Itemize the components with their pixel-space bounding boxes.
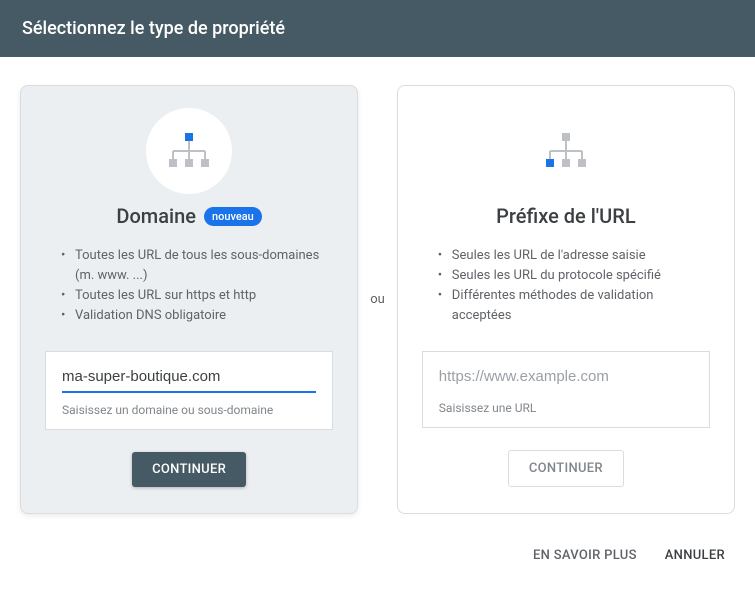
cancel-button[interactable]: ANNULER	[665, 548, 725, 563]
domain-input[interactable]	[62, 366, 316, 393]
card-url-prefix[interactable]: Préfixe de l'URL Seules les URL de l'adr…	[397, 85, 735, 514]
list-item: Toutes les URL sur https et http	[61, 286, 333, 306]
url-continue-button[interactable]: CONTINUER	[508, 450, 624, 487]
new-badge: nouveau	[204, 207, 262, 226]
list-item: Différentes méthodes de validation accep…	[438, 286, 710, 326]
dialog-content: Domaine nouveau Toutes les URL de tous l…	[0, 57, 755, 534]
list-item: Seules les URL du protocole spécifié	[438, 266, 710, 286]
dialog-header: Sélectionnez le type de propriété	[0, 0, 755, 57]
dialog-footer: EN SAVOIR PLUS ANNULER	[0, 534, 755, 577]
list-item: Seules les URL de l'adresse saisie	[438, 246, 710, 266]
domain-title-row: Domaine nouveau	[45, 204, 333, 228]
learn-more-link[interactable]: EN SAVOIR PLUS	[533, 548, 637, 563]
domain-sitemap-icon	[146, 108, 232, 194]
domain-bullets: Toutes les URL de tous les sous-domaines…	[45, 246, 333, 327]
domain-title: Domaine	[116, 204, 196, 228]
url-input-helper: Saisissez une URL	[439, 401, 693, 415]
url-bullets: Seules les URL de l'adresse saisie Seule…	[422, 246, 710, 327]
url-prefix-title: Préfixe de l'URL	[496, 204, 635, 228]
domain-continue-button[interactable]: CONTINUER	[132, 452, 246, 487]
domain-input-block: Saisissez un domaine ou sous-domaine	[45, 351, 333, 430]
or-separator: ou	[370, 292, 385, 307]
list-item: Toutes les URL de tous les sous-domaines…	[61, 246, 333, 286]
url-title-row: Préfixe de l'URL	[422, 204, 710, 228]
url-input[interactable]	[439, 366, 693, 391]
card-domain[interactable]: Domaine nouveau Toutes les URL de tous l…	[20, 85, 358, 514]
dialog-title: Sélectionnez le type de propriété	[22, 18, 285, 39]
url-sitemap-icon	[523, 108, 609, 194]
list-item: Validation DNS obligatoire	[61, 306, 333, 326]
domain-input-helper: Saisissez un domaine ou sous-domaine	[62, 403, 316, 417]
url-input-block: Saisissez une URL	[422, 351, 710, 428]
